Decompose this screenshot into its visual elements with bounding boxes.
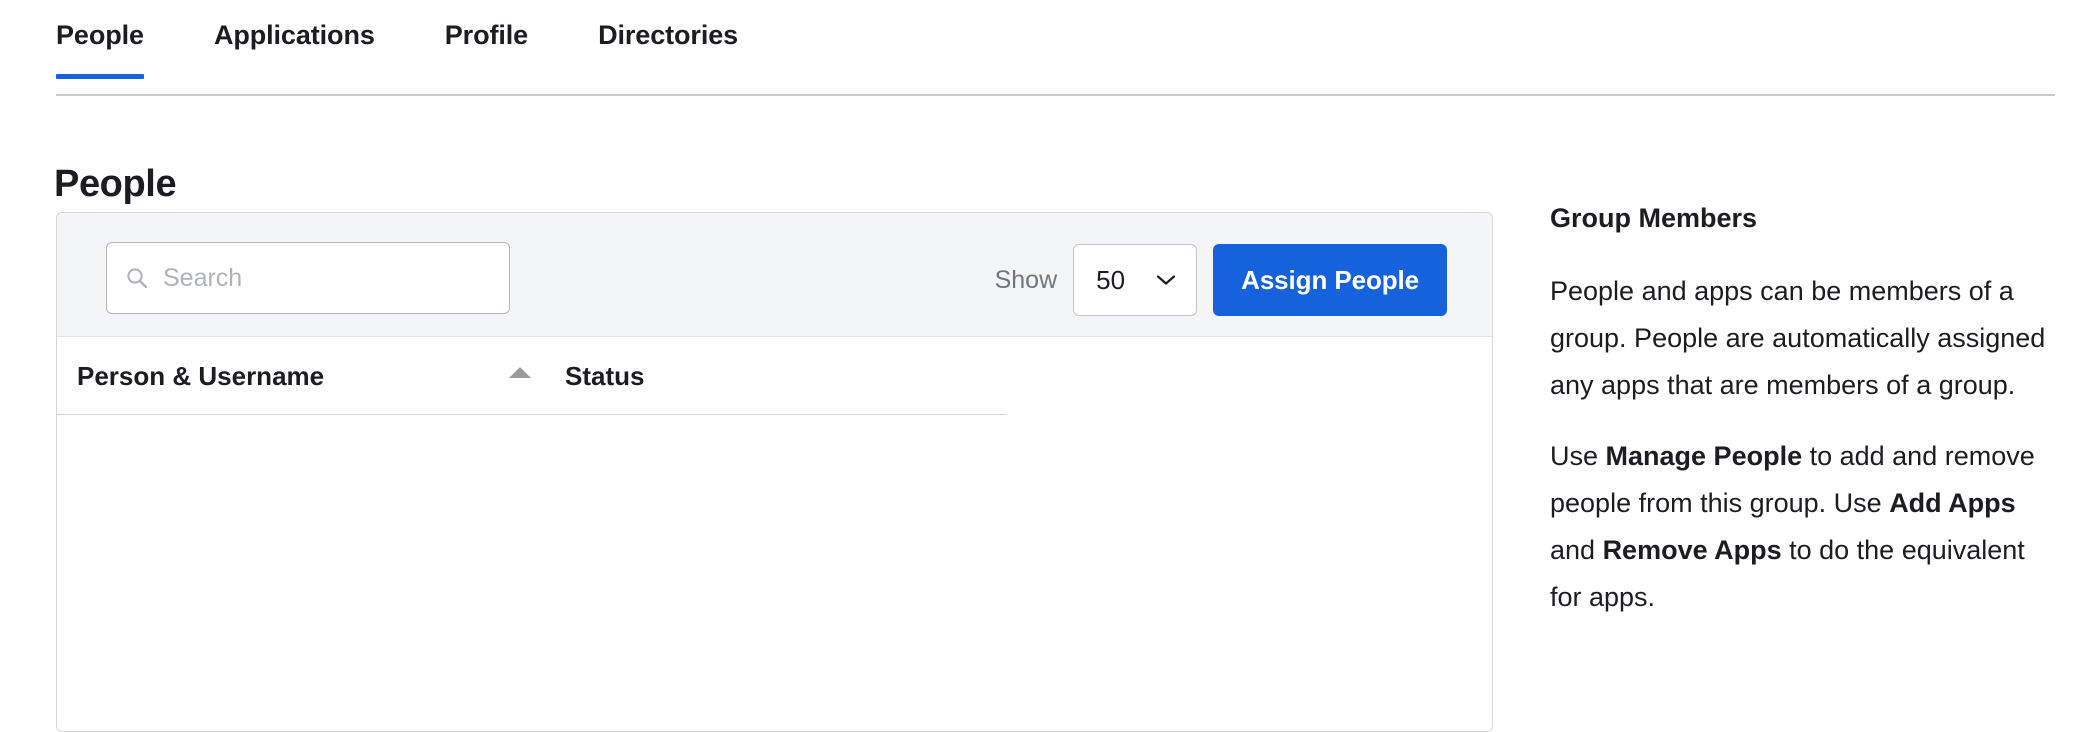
info-p2-bold-manage-people: Manage People — [1605, 441, 1803, 471]
column-header-person-username[interactable]: Person & Username — [77, 361, 324, 392]
column-header-person-username-label: Person & Username — [77, 361, 325, 391]
people-table: Person & Username Status — [57, 337, 1492, 731]
tab-list: People Applications Profile Directories — [56, 22, 738, 79]
people-panel: Show 50 Assign People Person & Username … — [56, 212, 1493, 732]
info-title: Group Members — [1550, 203, 1758, 233]
toolbar-controls: Show 50 Assign People — [995, 244, 1447, 316]
chevron-down-icon — [1157, 275, 1176, 285]
tab-applications-label: Applications — [213, 20, 375, 50]
people-page: People Applications Profile Directories … — [0, 0, 2080, 732]
tab-bar-divider — [56, 94, 2055, 96]
info-paragraph-2: Use Manage People to add and remove peop… — [1550, 433, 2060, 621]
page-title: People — [54, 163, 177, 206]
page-size-value: 50 — [1096, 265, 1126, 295]
search-input[interactable] — [163, 263, 491, 293]
tab-profile[interactable]: Profile — [445, 22, 528, 79]
tab-people[interactable]: People — [56, 22, 144, 79]
group-members-info: Group Members People and apps can be mem… — [1550, 205, 2060, 621]
table-body — [57, 415, 1492, 731]
people-toolbar: Show 50 Assign People — [57, 213, 1492, 337]
sort-ascending-icon[interactable] — [509, 367, 531, 378]
info-p2-part1: Use — [1550, 441, 1606, 471]
tab-directories-label: Directories — [598, 20, 739, 50]
info-p2-bold-add-apps: Add Apps — [1889, 488, 2016, 518]
tab-people-label: People — [56, 20, 144, 50]
search-field[interactable] — [106, 242, 510, 314]
tab-profile-label: Profile — [444, 20, 529, 50]
column-header-status-label: Status — [565, 361, 645, 391]
tab-bar: People Applications Profile Directories — [0, 0, 2080, 97]
info-paragraph-1: People and apps can be members of a grou… — [1550, 276, 2046, 400]
tab-applications[interactable]: Applications — [214, 22, 375, 79]
table-header-row: Person & Username Status — [57, 337, 1007, 415]
info-p2-bold-remove-apps: Remove Apps — [1602, 535, 1782, 565]
show-label: Show — [994, 265, 1058, 294]
info-p2-part3: and — [1550, 535, 1603, 565]
page-size-select[interactable]: 50 — [1073, 244, 1198, 316]
search-icon — [127, 268, 148, 289]
tab-directories[interactable]: Directories — [598, 22, 738, 79]
assign-people-button[interactable]: Assign People — [1213, 244, 1447, 316]
column-header-status: Status — [565, 361, 644, 392]
